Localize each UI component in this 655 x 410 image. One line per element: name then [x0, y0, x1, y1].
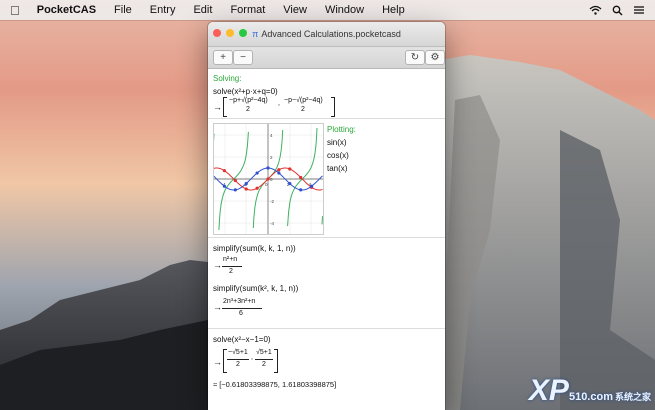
sin-point	[288, 167, 292, 171]
refresh-button[interactable]: ↻	[405, 50, 425, 65]
golden-denom-1: 2	[236, 361, 240, 368]
arrow-icon: →	[213, 357, 222, 367]
golden-denom-2: 2	[262, 361, 266, 368]
cos-point	[255, 171, 259, 175]
plotting-label: Plotting:	[327, 125, 356, 134]
arrow-icon: →	[213, 302, 222, 312]
solving-root-2: −p−√(p²−4q)	[284, 97, 323, 104]
menu-help[interactable]: Help	[373, 0, 414, 20]
simplify-result-2-num: 2n³+3n²+n	[223, 298, 256, 305]
function-plot[interactable]: -4-2024420-2-4	[213, 123, 324, 235]
sin-point	[266, 177, 270, 181]
arrow-icon: →	[213, 260, 222, 270]
zoom-window-icon[interactable]	[239, 29, 247, 37]
menu-view[interactable]: View	[274, 0, 316, 20]
search-icon[interactable]	[612, 5, 623, 16]
cos-point	[244, 181, 248, 186]
simplify-input-1[interactable]: simplify(sum(k, k, 1, n))	[213, 244, 296, 253]
simplify-cell[interactable]: simplify(sum(k, k, 1, n)) → n²+n 2 simpl…	[208, 238, 445, 329]
golden-approx: ≈ [−0.61803398875, 1.61803398875]	[213, 380, 337, 389]
plot-fn-sin[interactable]: sin(x)	[327, 138, 347, 147]
minimize-window-icon[interactable]	[226, 29, 234, 37]
menu-bar:  PocketCAS File Entry Edit Format View …	[0, 0, 655, 20]
menu-app-name[interactable]: PocketCAS	[28, 0, 105, 20]
window-title: Advanced Calculations.pocketcasd	[261, 29, 401, 39]
golden-cell[interactable]: solve(x²−x−1=0) → −√5+1 2 , √5+1 2 ≈ [−0…	[208, 329, 445, 410]
golden-root-1: −√5+1	[228, 349, 248, 356]
golden-input[interactable]: solve(x²−x−1=0)	[213, 335, 271, 344]
sin-point	[299, 175, 303, 180]
wifi-icon[interactable]	[589, 5, 602, 15]
simplify-input-2[interactable]: simplify(sum(k², k, 1, n))	[213, 284, 298, 293]
solving-root-1: −p+√(p²−4q)	[229, 97, 268, 104]
y-tick-label: -4	[270, 221, 274, 226]
comma-separator: ,	[251, 354, 253, 361]
plotting-cell[interactable]: -4-2024420-2-4 Plotting: sin(x) cos(x) t…	[208, 119, 445, 238]
solving-denom-2: 2	[301, 106, 305, 113]
sin-point	[277, 168, 281, 172]
simplify-result-2-den: 6	[239, 310, 243, 317]
plot-fn-cos[interactable]: cos(x)	[327, 151, 349, 160]
cos-point	[266, 166, 270, 170]
sin-point	[244, 187, 248, 191]
result-bracket-left	[223, 97, 227, 117]
solving-denom-1: 2	[246, 106, 250, 113]
watermark: XP510.com 系统之家	[529, 374, 651, 408]
window-titlebar[interactable]: π Advanced Calculations.pocketcasd	[208, 22, 445, 47]
y-tick-label: 2	[270, 155, 273, 160]
cos-point	[222, 184, 226, 188]
menu-window[interactable]: Window	[316, 0, 373, 20]
watermark-main: XP	[528, 374, 569, 407]
golden-root-2: √5+1	[256, 349, 272, 356]
remove-entry-button[interactable]: −	[233, 50, 253, 65]
solving-label: Solving:	[213, 74, 242, 83]
cos-point	[310, 184, 314, 188]
result-bracket-right	[331, 97, 335, 117]
plot-fn-tan[interactable]: tan(x)	[327, 164, 347, 173]
apple-menu-icon[interactable]: 	[0, 0, 28, 20]
cos-point	[277, 171, 281, 175]
arrow-icon: →	[213, 102, 222, 112]
pi-document-icon: π	[252, 29, 259, 39]
settings-button[interactable]: ⚙	[425, 50, 445, 65]
golden-bracket-right	[274, 349, 278, 373]
close-window-icon[interactable]	[213, 29, 221, 37]
menu-file[interactable]: File	[105, 0, 141, 20]
solving-input[interactable]: solve(x²+p·x+q=0)	[213, 87, 278, 96]
y-tick-label: 0	[270, 177, 273, 182]
solving-cell[interactable]: Solving: solve(x²+p·x+q=0) → −p+√(p²−4q)…	[208, 68, 445, 119]
app-window: π Advanced Calculations.pocketcasd + − ↻…	[208, 22, 445, 410]
watermark-cn: 系统之家	[614, 392, 651, 402]
cos-point	[299, 188, 303, 192]
y-tick-label: 4	[270, 133, 273, 138]
menu-format[interactable]: Format	[221, 0, 274, 20]
list-menu-icon[interactable]	[633, 5, 645, 15]
simplify-result-1-num: n²+n	[223, 256, 238, 263]
sin-point	[233, 178, 237, 183]
cos-point	[288, 181, 292, 186]
toolbar: + − ↻ ⚙	[208, 47, 445, 69]
sin-point	[255, 186, 259, 190]
y-tick-label: -2	[270, 199, 274, 204]
document-content: Solving: solve(x²+p·x+q=0) → −p+√(p²−4q)…	[208, 68, 445, 410]
simplify-result-1-den: 2	[229, 268, 233, 275]
add-entry-button[interactable]: +	[213, 50, 233, 65]
x-tick-label: 0	[265, 182, 268, 187]
comma-separator: ,	[278, 100, 280, 107]
cos-point	[233, 188, 237, 192]
sin-point	[222, 169, 226, 173]
golden-bracket-left	[223, 349, 227, 373]
watermark-sub: 510.com	[568, 391, 613, 403]
menu-entry[interactable]: Entry	[141, 0, 185, 20]
menu-edit[interactable]: Edit	[184, 0, 221, 20]
